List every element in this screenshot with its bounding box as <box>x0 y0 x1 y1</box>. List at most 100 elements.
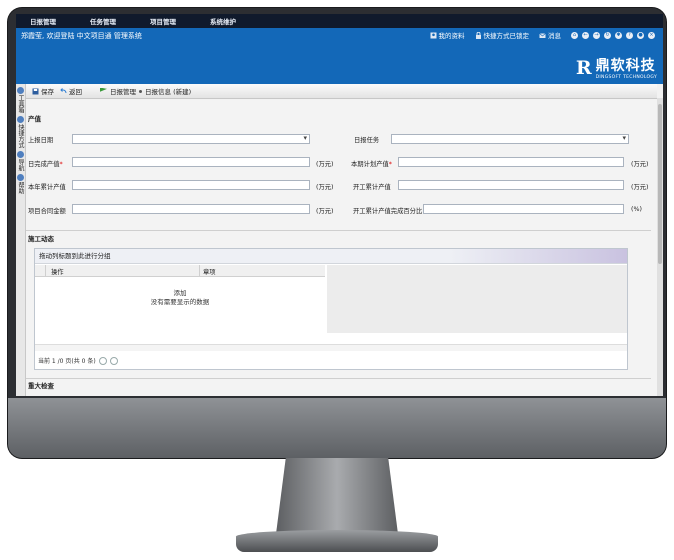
year-total-input[interactable] <box>72 180 310 190</box>
welcome-text: 郑霞莹, 欢迎登陆 中文项目通 管理系统 <box>21 32 142 40</box>
pager: 当前 1 /0 页(共 0 条) <box>38 356 118 365</box>
sidebar-tab-help[interactable]: 帮助 <box>16 174 25 194</box>
sidebar-tab-label: 帮助 <box>17 182 24 194</box>
start-total-input[interactable] <box>398 180 624 190</box>
section-inspection-title: 重大检查 <box>28 382 54 390</box>
sidebar-tab-label: 工具箱 <box>17 95 24 113</box>
breadcrumb-separator <box>139 89 142 93</box>
report-date-select[interactable] <box>72 134 310 144</box>
period-plan-label: 本期计划产值* <box>351 161 392 168</box>
message-label: 消息 <box>548 32 561 40</box>
grid-header-row: 操作 章项 <box>35 265 325 277</box>
add-row-link[interactable]: 添加 <box>35 289 325 298</box>
save-label: 保存 <box>41 88 54 96</box>
breadcrumb-item-2: 日报信息 (新建) <box>145 88 192 96</box>
pager-text: 当前 1 /0 页(共 0 条) <box>38 358 96 365</box>
forward-arrow-icon[interactable]: → <box>593 31 600 39</box>
shortcut-label: 快捷方式已锁定 <box>483 32 530 40</box>
section-construction-title: 施工动态 <box>28 235 54 243</box>
profile-link[interactable]: 我的资料 <box>430 30 465 40</box>
help-circle-icon <box>17 174 24 181</box>
quick-links: 我的资料 快捷方式已锁定 消息 ⌂ ← → ↻ ✱ ? ● × <box>430 30 655 40</box>
unit-label: (万元) <box>631 161 649 168</box>
floppy-icon <box>32 88 39 95</box>
sidebar-tab-label: 快捷方式 <box>17 124 24 148</box>
report-date-label: 上报日期 <box>28 137 54 144</box>
empty-message: 没有需要显示的数据 <box>150 298 210 306</box>
start-percent-input[interactable] <box>423 204 624 214</box>
grid-empty-state: 添加 没有需要显示的数据 <box>35 289 325 307</box>
contract-amount-label: 项目合同金额 <box>28 208 66 215</box>
left-sidebar: 工具箱 快捷方式 导航 帮助 <box>16 84 26 396</box>
main-content: 产值 上报日期 日报任务 日完成产值* (万元) 本期计划产值* (万元) 本年… <box>26 100 657 396</box>
unit-label: (万元) <box>316 184 334 191</box>
profile-label: 我的资料 <box>438 32 465 40</box>
daily-output-label: 日完成产值* <box>28 161 63 168</box>
column-separator <box>45 265 46 276</box>
top-nav: 日报管理 任务管理 项目管理 系统维护 <box>16 14 663 28</box>
divider <box>26 230 651 231</box>
contract-amount-input[interactable] <box>72 204 310 214</box>
column-header-chapter[interactable]: 章项 <box>203 267 216 276</box>
sidebar-tab-toolbox[interactable]: 工具箱 <box>16 87 25 113</box>
horizontal-scrollbar[interactable] <box>35 344 627 351</box>
period-plan-input[interactable] <box>398 157 624 167</box>
return-icon <box>60 87 67 95</box>
unit-label: (万元) <box>316 208 334 215</box>
refresh-icon[interactable]: ↻ <box>604 31 611 39</box>
help-icon[interactable]: ? <box>626 31 633 39</box>
monitor-chin <box>8 398 666 458</box>
vertical-scrollbar[interactable] <box>657 98 663 396</box>
divider <box>26 378 651 379</box>
section-output-title: 产值 <box>28 115 41 123</box>
scrollbar-thumb[interactable] <box>658 104 662 264</box>
header-banner: 郑霞莹, 欢迎登陆 中文项目通 管理系统 我的资料 快捷方式已锁定 消息 ⌂ ←… <box>16 28 663 84</box>
compass-icon <box>17 151 24 158</box>
back-arrow-icon[interactable]: ← <box>582 31 589 39</box>
home-icon[interactable]: ⌂ <box>571 31 578 39</box>
save-button[interactable]: 保存 <box>32 86 54 96</box>
notification-icon[interactable]: ● <box>637 31 644 39</box>
monitor-stand-foot <box>236 530 438 552</box>
column-separator <box>199 265 200 276</box>
report-task-select[interactable] <box>391 134 629 144</box>
flag-icon <box>100 87 107 92</box>
logo-cn: 鼎软科技 <box>595 58 656 74</box>
user-icon <box>430 32 437 39</box>
start-percent-label: 开工累计产值完成百分比 <box>353 208 423 215</box>
sidebar-tab-shortcut[interactable]: 快捷方式 <box>16 116 25 148</box>
column-header-action[interactable]: 操作 <box>51 267 64 276</box>
close-icon[interactable]: × <box>648 31 655 39</box>
unit-label: (万元) <box>631 184 649 191</box>
daily-output-input[interactable] <box>72 157 310 167</box>
nav-item-project[interactable]: 项目管理 <box>150 16 176 26</box>
group-by-area[interactable]: 拖动列标题到此进行分组 <box>35 249 627 264</box>
start-total-label: 开工累计产值 <box>353 184 391 191</box>
shortcut-link[interactable]: 快捷方式已锁定 <box>475 30 530 40</box>
breadcrumb: 日报管理 日报信息 (新建) <box>100 86 191 96</box>
breadcrumb-item-1[interactable]: 日报管理 <box>110 86 136 96</box>
sidebar-tab-label: 导航 <box>17 159 24 171</box>
nav-item-system[interactable]: 系统维护 <box>210 16 236 26</box>
message-link[interactable]: 消息 <box>539 30 561 40</box>
grid-empty-region <box>327 265 627 333</box>
nav-item-daily-report[interactable]: 日报管理 <box>30 16 56 26</box>
logo-en: DINGSOFT TECHNOLOGY <box>595 75 657 80</box>
monitor-stand-neck <box>276 458 398 534</box>
toolbar: 保存 返回 日报管理 日报信息 (新建) <box>26 84 657 99</box>
screen: 日报管理 任务管理 项目管理 系统维护 郑霞莹, 欢迎登陆 中文项目通 管理系统… <box>16 14 663 396</box>
construction-grid: 拖动列标题到此进行分组 操作 章项 添加 没有需要显示的数据 当前 1 /0 页… <box>34 248 628 370</box>
back-button[interactable]: 返回 <box>60 86 82 96</box>
sidebar-tab-nav[interactable]: 导航 <box>16 151 25 171</box>
settings-icon[interactable]: ✱ <box>615 31 622 39</box>
prev-page-icon[interactable] <box>98 356 107 365</box>
toolbox-icon <box>17 87 24 94</box>
next-page-icon[interactable] <box>109 356 118 365</box>
report-task-label: 日报任务 <box>354 137 380 144</box>
logo-mark: R <box>575 56 592 79</box>
unit-label: (%) <box>631 206 642 213</box>
year-total-label: 本年累计产值 <box>28 184 66 191</box>
nav-item-task[interactable]: 任务管理 <box>90 16 116 26</box>
mail-icon <box>539 32 546 39</box>
shortcut-icon <box>17 116 24 123</box>
